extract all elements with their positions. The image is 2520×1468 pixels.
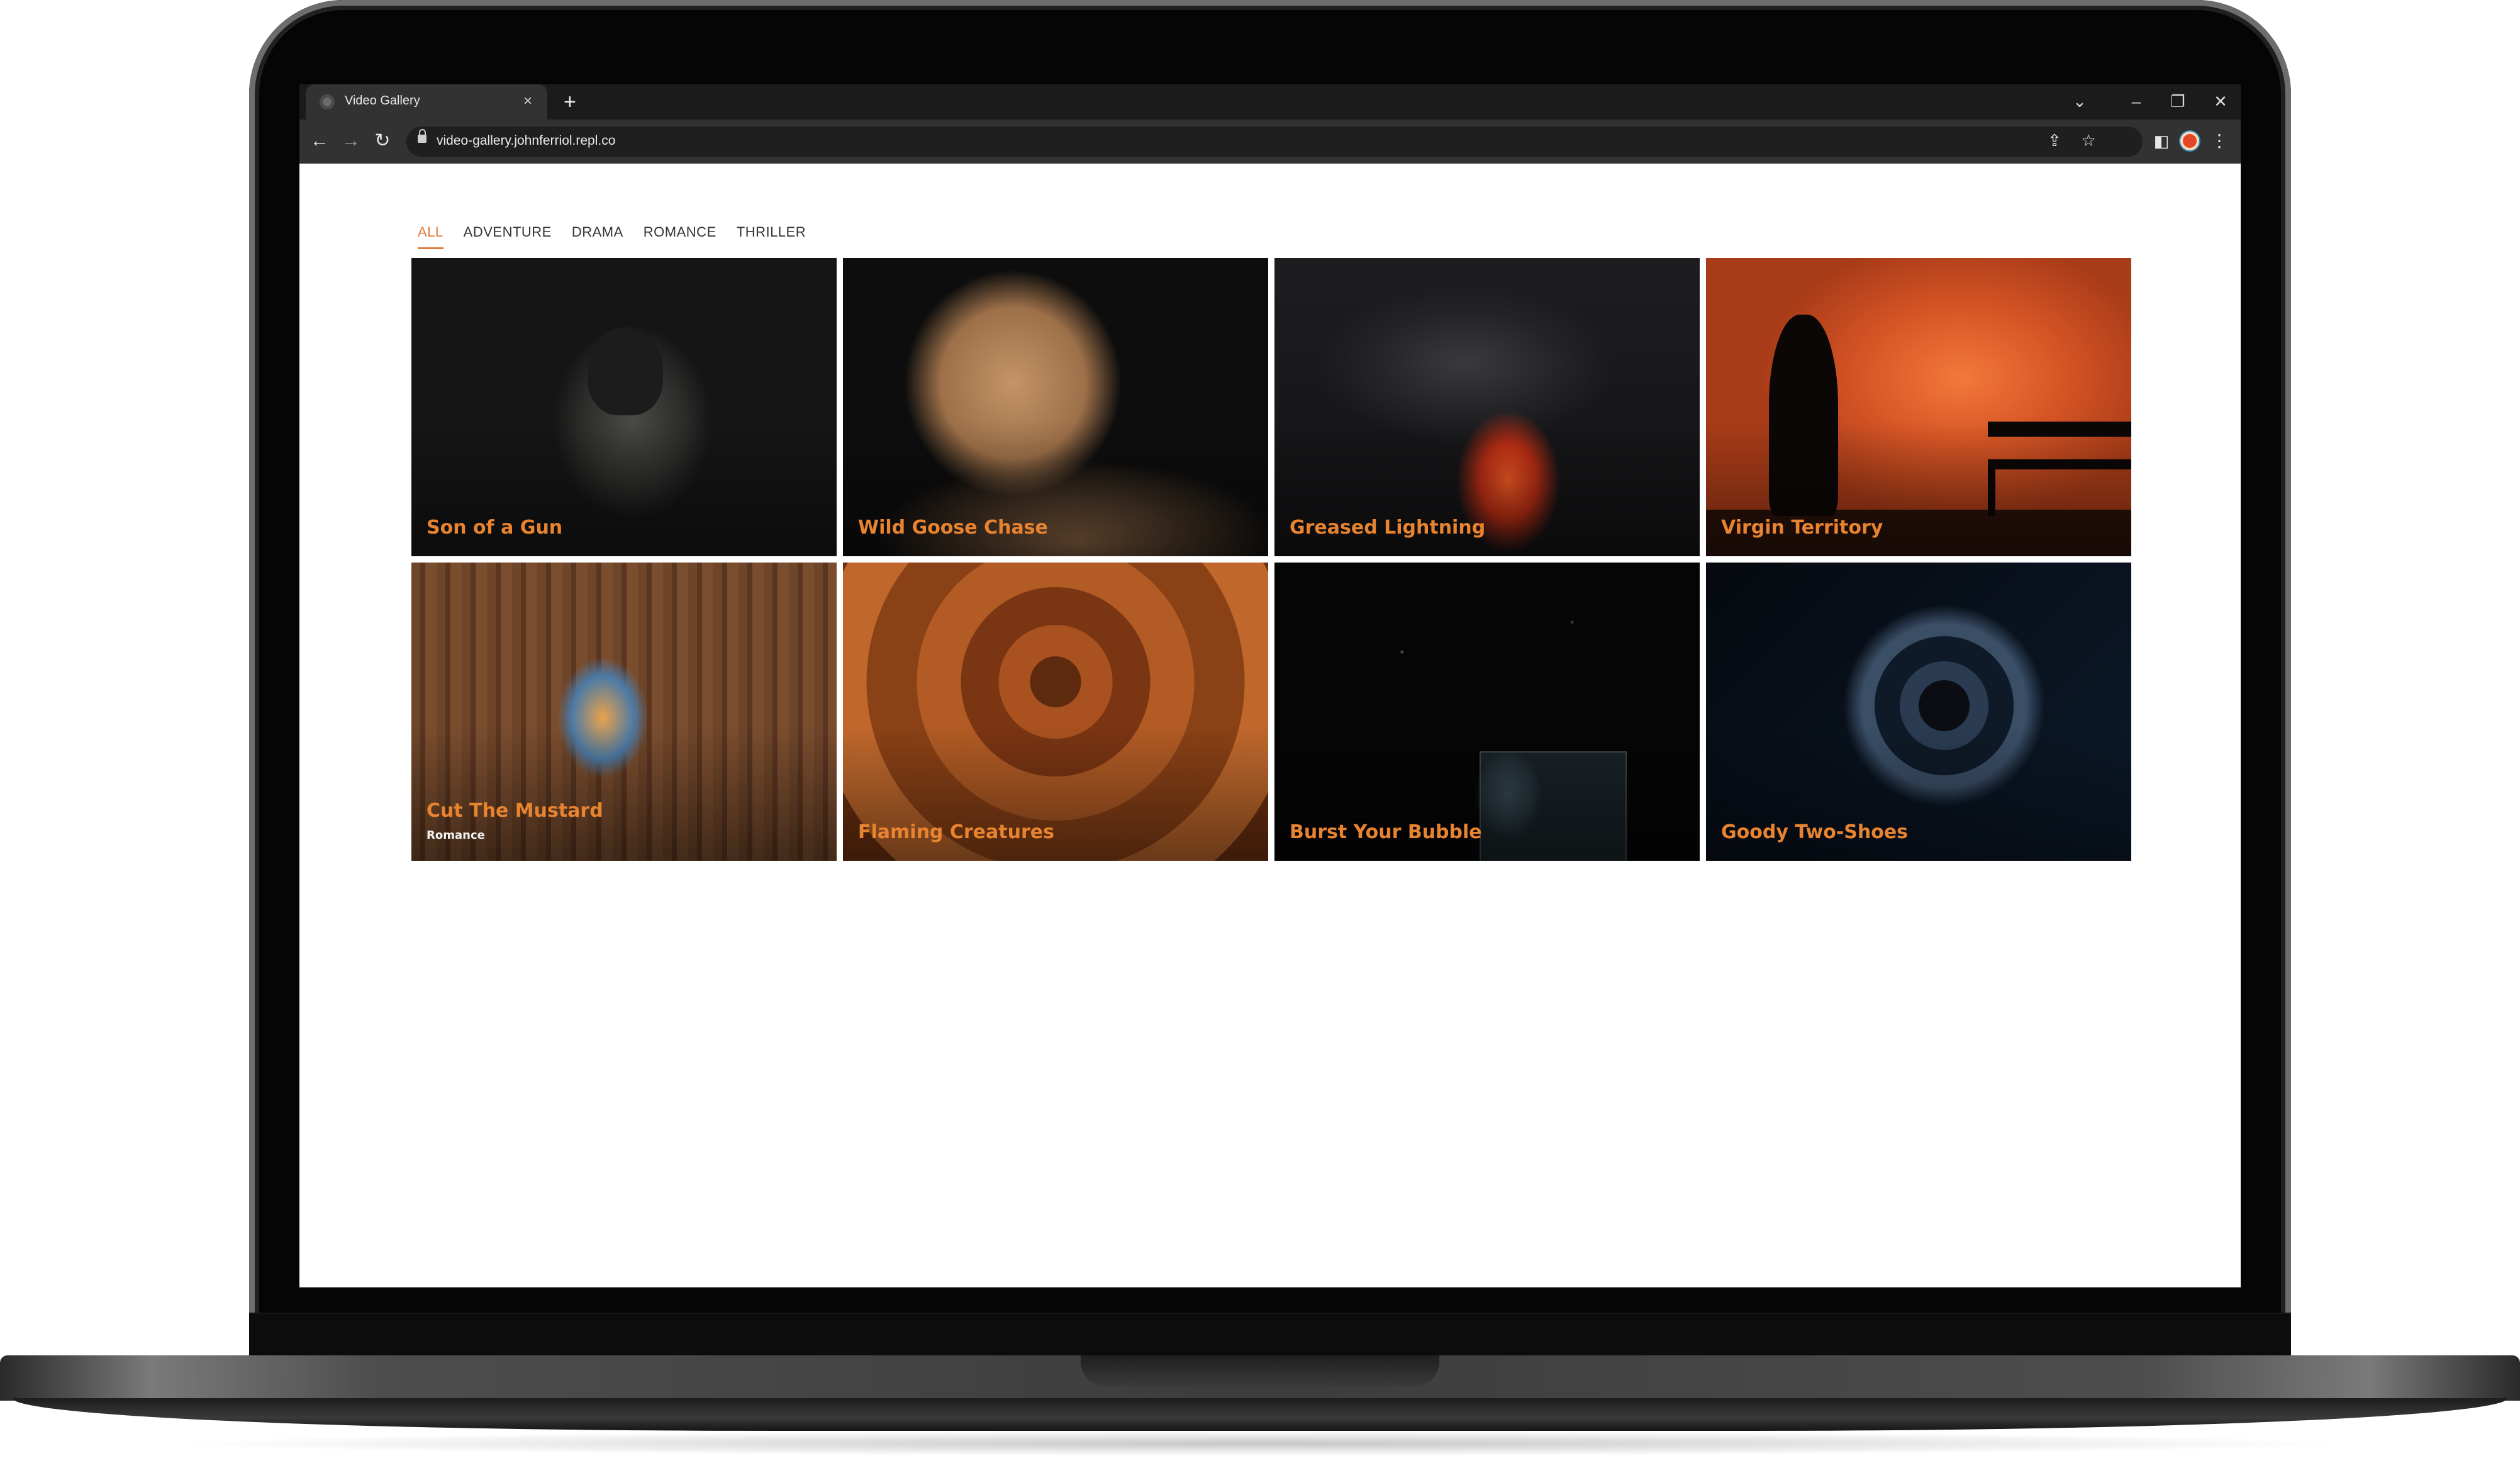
- forward-arrow-icon[interactable]: →: [338, 130, 364, 152]
- bookmark-star-icon[interactable]: ☆: [2076, 129, 2101, 152]
- card-title: Flaming Creatures: [858, 821, 1054, 843]
- category-filter-nav: ALL ADVENTURE DRAMA ROMANCE THRILLER: [418, 224, 806, 249]
- filter-drama[interactable]: DRAMA: [572, 224, 623, 249]
- address-bar[interactable]: video-gallery.johnferriol.repl.co ⇪ ☆: [406, 126, 2143, 157]
- reload-icon[interactable]: ↻: [370, 130, 395, 152]
- tab-video-gallery[interactable]: Video Gallery ×: [306, 84, 547, 120]
- site-favicon-icon: [320, 94, 335, 109]
- browser-window: Video Gallery × + ⌄ – ❐ ✕ ← → ↻ video-ga…: [299, 84, 2241, 1287]
- filter-thriller[interactable]: THRILLER: [737, 224, 806, 249]
- laptop-base-lower: [13, 1398, 2507, 1431]
- new-tab-button[interactable]: +: [564, 89, 576, 115]
- card-title: Burst Your Bubble: [1290, 821, 1482, 843]
- tab-title: Video Gallery: [345, 94, 420, 108]
- browser-menu-icon[interactable]: ⋮: [2207, 130, 2232, 152]
- filter-all[interactable]: ALL: [418, 224, 443, 249]
- browser-toolbar: ← → ↻ video-gallery.johnferriol.repl.co …: [299, 120, 2241, 164]
- filter-adventure[interactable]: ADVENTURE: [464, 224, 552, 249]
- profile-avatar[interactable]: [2179, 130, 2200, 152]
- share-icon[interactable]: ⇪: [2042, 129, 2067, 152]
- back-arrow-icon[interactable]: ←: [307, 130, 332, 152]
- card-title: Son of a Gun: [427, 517, 563, 539]
- card-title: Goody Two-Shoes: [1721, 821, 1909, 843]
- filter-romance[interactable]: ROMANCE: [644, 224, 716, 249]
- gallery-card[interactable]: Son of a Gun: [411, 258, 837, 556]
- gallery-card[interactable]: Burst Your Bubble: [1274, 563, 1700, 861]
- close-window-icon[interactable]: ✕: [2208, 91, 2233, 112]
- gallery-card[interactable]: Virgin Territory: [1706, 258, 2131, 556]
- card-title: Virgin Territory: [1721, 517, 1883, 539]
- card-title: Greased Lightning: [1290, 517, 1486, 539]
- restore-icon[interactable]: ❐: [2165, 91, 2190, 112]
- gallery-card[interactable]: Cut The Mustard Romance: [411, 563, 837, 861]
- card-title: Cut The Mustard: [427, 800, 603, 822]
- gallery-card[interactable]: Wild Goose Chase: [843, 258, 1268, 556]
- card-genre: Romance: [427, 829, 485, 842]
- lock-icon[interactable]: [418, 129, 427, 143]
- laptop-shadow: [164, 1431, 2356, 1456]
- side-panel-icon[interactable]: ◧: [2149, 130, 2174, 152]
- gallery-card[interactable]: Goody Two-Shoes: [1706, 563, 2131, 861]
- tab-strip: Video Gallery × + ⌄ – ❐ ✕: [299, 84, 2241, 120]
- close-tab-icon[interactable]: ×: [523, 92, 532, 111]
- laptop-hinge-notch: [1081, 1355, 1439, 1387]
- gallery-card[interactable]: Flaming Creatures: [843, 563, 1268, 861]
- video-gallery-grid: Son of a Gun Wild Goose Chase Greased Li…: [411, 258, 2131, 861]
- card-title: Wild Goose Chase: [858, 517, 1048, 539]
- url-text[interactable]: video-gallery.johnferriol.repl.co: [437, 133, 615, 148]
- tab-search-icon[interactable]: ⌄: [2067, 91, 2092, 112]
- gallery-card[interactable]: Greased Lightning: [1274, 258, 1700, 556]
- minimize-icon[interactable]: –: [2124, 91, 2149, 112]
